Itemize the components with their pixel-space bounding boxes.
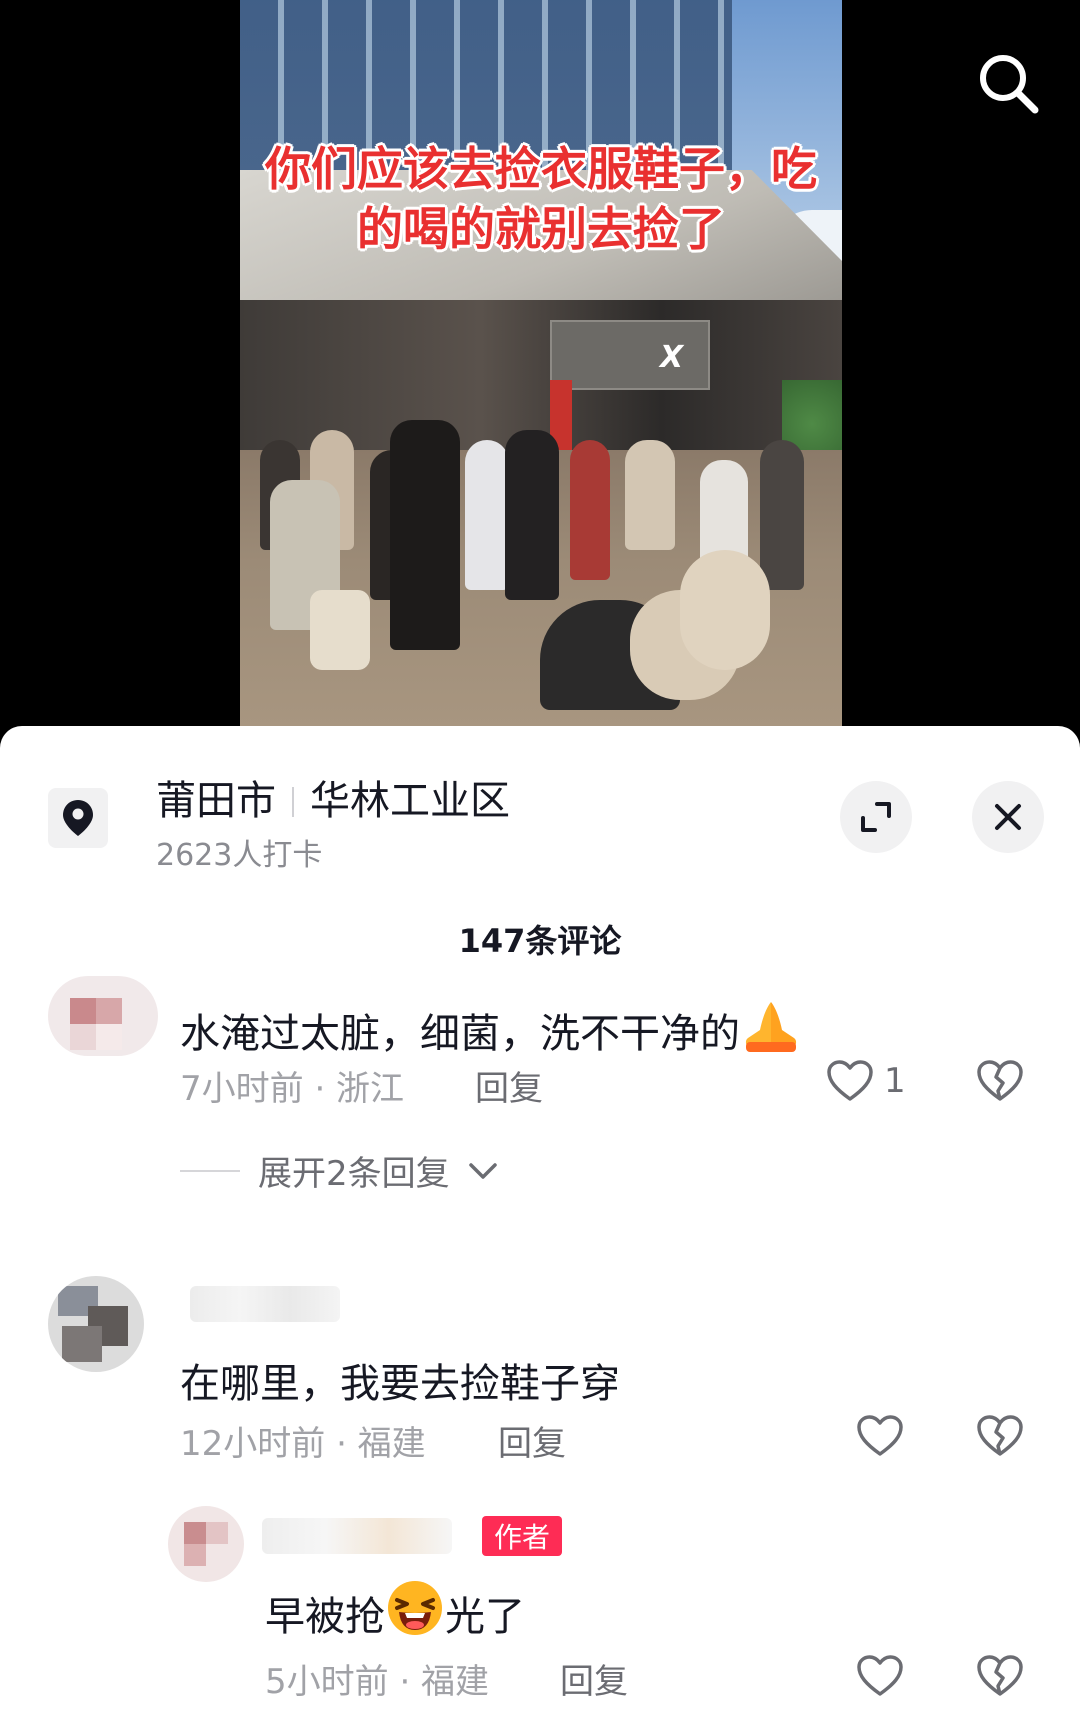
close-icon <box>995 804 1021 830</box>
comment-text: 在哪里，我要去捡鞋子穿 <box>180 1361 620 1407</box>
video-frame[interactable]: X 你们应该去捡衣服鞋子，吃的喝的就别去捡了 <box>240 0 842 730</box>
comment-time-region: 12小时前 · 福建 <box>180 1424 426 1464</box>
video-store-sign: X <box>660 340 684 375</box>
reply-button[interactable]: 回复 <box>475 1061 543 1110</box>
laughing-emoji-icon <box>385 1578 445 1648</box>
video-crowd <box>240 420 842 730</box>
dislike-button[interactable] <box>976 1654 1024 1702</box>
reply-item: 作者 早被抢 光了 5小时前 · 福建 回复 <box>0 1506 1080 1728</box>
location-header[interactable]: 莆田市 华林工业区 2623人打卡 <box>0 726 1080 876</box>
location-pin-icon <box>48 788 108 848</box>
reply-time-region: 5小时前 · 福建 <box>265 1662 490 1702</box>
reply-text-after: 光了 <box>445 1594 525 1640</box>
like-count: 1 <box>884 1061 906 1101</box>
broken-heart-icon <box>977 1060 1023 1101</box>
video-player[interactable]: X 你们应该去捡衣服鞋子，吃的喝的就别去捡了 <box>0 0 1080 730</box>
expand-replies-button[interactable]: 展开2条回复 <box>180 1146 498 1195</box>
expand-replies-label: 展开2条回复 <box>258 1154 450 1194</box>
reply-text: 早被抢 光了 <box>265 1578 525 1648</box>
expand-replies-line <box>180 1169 240 1172</box>
like-button[interactable]: 1 <box>826 1059 906 1103</box>
author-tag: 作者 <box>482 1516 563 1556</box>
expand-button[interactable] <box>840 781 912 853</box>
reply-button[interactable]: 回复 <box>560 1654 628 1703</box>
like-button[interactable] <box>856 1654 904 1698</box>
search-icon[interactable] <box>975 50 1041 116</box>
comment-count: 147条评论 <box>458 922 622 960</box>
comment-item: 在哪里，我要去捡鞋子穿 12小时前 · 福建 回复 <box>0 1276 1080 1486</box>
avatar[interactable] <box>48 976 158 1056</box>
avatar[interactable] <box>168 1506 244 1582</box>
avatar[interactable] <box>48 1276 144 1372</box>
heart-icon <box>857 1415 903 1456</box>
reply-text-before: 早被抢 <box>265 1594 385 1640</box>
like-button[interactable] <box>856 1414 904 1458</box>
comment-time-region: 7小时前 · 浙江 <box>180 1069 405 1109</box>
heart-icon <box>857 1655 903 1696</box>
close-button[interactable] <box>972 781 1044 853</box>
broken-heart-icon <box>977 1415 1023 1456</box>
comment-text: 水淹过太脏，细菌，洗不干净的 <box>180 996 802 1064</box>
dislike-button[interactable] <box>976 1414 1024 1462</box>
broken-heart-icon <box>977 1655 1023 1696</box>
heart-icon <box>827 1060 873 1101</box>
comment-sheet: 莆田市华林工业区 2623人打卡 147条评论 水淹过太脏，细菌，洗不干净的 <box>0 726 1080 1728</box>
chevron-down-icon <box>468 1162 497 1179</box>
expand-icon <box>861 802 891 832</box>
pray-emoji-icon <box>740 996 802 1064</box>
location-city: 莆田市 <box>156 778 276 824</box>
comment-username-blurred[interactable] <box>190 1286 340 1322</box>
reply-button[interactable]: 回复 <box>498 1416 566 1465</box>
dislike-button[interactable] <box>976 1059 1024 1107</box>
reply-username-blurred[interactable] <box>262 1518 452 1554</box>
location-title[interactable]: 莆田市 华林工业区 <box>156 768 510 826</box>
comment-text-content: 水淹过太脏，细菌，洗不干净的 <box>180 1011 740 1057</box>
location-divider <box>292 787 294 817</box>
location-checkins: 2623人打卡 <box>156 838 323 873</box>
video-store-banner <box>550 320 710 390</box>
location-area: 华林工业区 <box>310 778 510 824</box>
video-caption: 你们应该去捡衣服鞋子，吃的喝的就别去捡了 <box>265 142 817 256</box>
comment-item: 水淹过太脏，细菌，洗不干净的 7小时前 · 浙江 回复 1 展开2条回复 <box>0 976 1080 1226</box>
